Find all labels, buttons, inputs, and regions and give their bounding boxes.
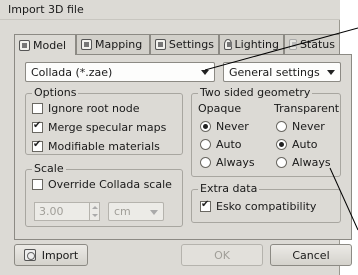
tab-settings[interactable]: Settings	[150, 34, 219, 54]
transparent-never-label: Never	[292, 120, 325, 133]
override-scale-label: Override Collada scale	[48, 178, 172, 191]
opaque-never-radio[interactable]: Never	[200, 120, 249, 133]
transparent-always-radio[interactable]: Always	[276, 156, 331, 169]
tab-bar: Model Mapping Settings Lighting Status	[14, 34, 344, 55]
cancel-button[interactable]: Cancel	[270, 244, 352, 266]
tab-lighting-label: Lighting	[234, 38, 279, 51]
chevron-down-icon	[327, 70, 335, 75]
scale-legend: Scale	[32, 162, 66, 175]
radio-dot	[276, 139, 287, 150]
ok-button[interactable]: OK	[181, 244, 263, 266]
model-tab-panel: Collada (*.zae) General settings Options…	[14, 54, 352, 240]
scale-unit-value: cm	[114, 205, 131, 218]
lightbulb-icon	[224, 39, 232, 50]
transparent-auto-label: Auto	[292, 138, 318, 151]
tab-settings-label: Settings	[168, 38, 214, 51]
opaque-auto-label: Auto	[216, 138, 242, 151]
esko-compatibility-checkbox[interactable]: Esko compatibility	[200, 199, 317, 213]
checkbox-box	[32, 103, 43, 114]
status-icon	[289, 39, 297, 50]
tab-model-label: Model	[33, 38, 67, 52]
tab-model[interactable]: Model	[14, 34, 76, 55]
tab-status-label: Status	[299, 38, 335, 51]
checkbox-box	[32, 139, 43, 152]
radio-dot	[200, 157, 211, 168]
modifiable-materials-checkbox[interactable]: Modifiable materials	[32, 139, 160, 153]
import-button[interactable]: Import	[14, 244, 88, 266]
opaque-never-label: Never	[216, 120, 249, 133]
settings-preset-select[interactable]: General settings	[223, 62, 341, 82]
cancel-button-label: Cancel	[292, 248, 330, 262]
checkbox-box	[32, 179, 43, 190]
radio-dot	[276, 157, 287, 168]
merge-specular-maps-label: Merge specular maps	[48, 121, 167, 134]
extra-data-legend: Extra data	[198, 182, 260, 195]
scale-value-spinbox[interactable]: 3.00	[34, 202, 100, 221]
format-select[interactable]: Collada (*.zae)	[25, 62, 215, 82]
opaque-always-label: Always	[216, 156, 255, 169]
mapping-icon	[81, 39, 92, 50]
radio-dot	[276, 121, 287, 132]
opaque-header: Opaque	[198, 102, 242, 115]
checkbox-box	[32, 120, 43, 133]
two-sided-legend: Two sided geometry	[198, 86, 313, 99]
esko-compatibility-label: Esko compatibility	[216, 200, 317, 213]
modifiable-materials-label: Modifiable materials	[48, 140, 160, 153]
import-icon	[23, 249, 36, 261]
tab-lighting[interactable]: Lighting	[219, 34, 284, 54]
spin-arrows-icon[interactable]	[89, 203, 99, 220]
options-legend: Options	[32, 86, 79, 99]
tab-mapping[interactable]: Mapping	[76, 34, 150, 54]
extra-data-group: Extra data Esko compatibility	[191, 182, 341, 223]
checkbox-box	[200, 199, 211, 212]
import-button-label: Import	[41, 248, 79, 262]
chevron-down-icon	[201, 70, 209, 75]
transparent-always-label: Always	[292, 156, 331, 169]
scale-value: 3.00	[39, 205, 64, 218]
merge-specular-maps-checkbox[interactable]: Merge specular maps	[32, 120, 167, 134]
radio-dot	[200, 121, 211, 132]
settings-icon	[155, 39, 166, 50]
transparent-auto-radio[interactable]: Auto	[276, 138, 318, 151]
chevron-down-icon	[150, 210, 158, 215]
radio-dot	[200, 139, 211, 150]
import-3d-dialog: Import 3D file Model Mapping Settings Li…	[0, 0, 352, 275]
two-sided-geometry-group: Two sided geometry Opaque Transparent Ne…	[191, 86, 341, 177]
ignore-root-node-label: Ignore root node	[48, 102, 140, 115]
ok-button-label: OK	[214, 248, 230, 262]
transparent-header: Transparent	[274, 102, 340, 115]
model-icon	[19, 39, 30, 51]
window-title: Import 3D file	[8, 3, 84, 16]
options-group: Options Ignore root node Merge specular …	[25, 86, 183, 155]
ignore-root-node-checkbox[interactable]: Ignore root node	[32, 102, 139, 115]
title-bar[interactable]: Import 3D file	[0, 0, 340, 20]
scale-unit-select[interactable]: cm	[108, 202, 164, 221]
scale-group: Scale Override Collada scale 3.00 cm	[25, 162, 183, 227]
tab-status[interactable]: Status	[284, 34, 340, 54]
override-scale-checkbox[interactable]: Override Collada scale	[32, 178, 172, 191]
format-select-value: Collada (*.zae)	[31, 65, 113, 79]
tab-mapping-label: Mapping	[95, 38, 143, 51]
settings-preset-value: General settings	[229, 65, 320, 79]
opaque-always-radio[interactable]: Always	[200, 156, 255, 169]
transparent-never-radio[interactable]: Never	[276, 120, 325, 133]
opaque-auto-radio[interactable]: Auto	[200, 138, 242, 151]
